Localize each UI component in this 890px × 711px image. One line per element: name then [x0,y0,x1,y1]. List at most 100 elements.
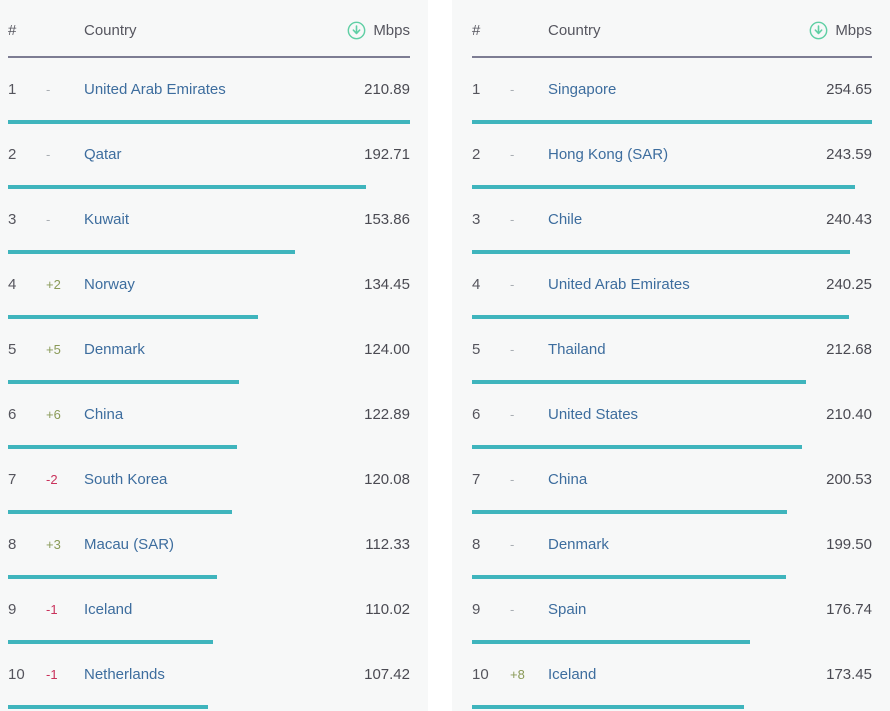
table-row-content: 6-United States210.40 [472,383,872,445]
ranking-panel-right: # Country Mbps 1-Singapore254.652-Hong [452,0,890,711]
table-row-content: 1-United Arab Emirates210.89 [8,58,410,120]
ranking-rows-left: 1-United Arab Emirates210.892-Qatar192.7… [8,58,410,708]
table-row-content: 3-Chile240.43 [472,188,872,250]
table-row[interactable]: 4-United Arab Emirates240.25 [472,253,872,318]
table-row[interactable]: 9-Spain176.74 [472,578,872,643]
table-row-content: 4+2Norway134.45 [8,253,410,315]
table-row-content: 9-1Iceland110.02 [8,578,410,640]
table-row[interactable]: 6+6China122.89 [8,383,410,448]
speed-bar-track [8,705,410,709]
speed-value-cell: 122.89 [352,406,410,423]
rank-cell: 8 [472,536,510,553]
rank-cell: 10 [8,666,46,683]
table-row-content: 9-Spain176.74 [472,578,872,640]
column-header-country: Country [548,22,809,39]
table-row[interactable]: 2-Qatar192.71 [8,123,410,188]
country-link[interactable]: Macau (SAR) [84,536,353,553]
table-row[interactable]: 1-United Arab Emirates210.89 [8,58,410,123]
rank-change-cell: - [46,147,84,162]
table-row-content: 8-Denmark199.50 [472,513,872,575]
rank-change-cell: - [510,212,548,227]
speed-value-cell: 153.86 [352,211,410,228]
download-circle-icon [347,21,366,40]
table-row-content: 2-Qatar192.71 [8,123,410,185]
table-row-content: 7-China200.53 [472,448,872,510]
speed-value-cell: 240.43 [814,211,872,228]
speed-value-cell: 240.25 [814,276,872,293]
table-row[interactable]: 8-Denmark199.50 [472,513,872,578]
column-header-country: Country [84,22,347,39]
country-link[interactable]: Hong Kong (SAR) [548,146,814,163]
rank-cell: 1 [472,81,510,98]
country-link[interactable]: South Korea [84,471,352,488]
speed-value-cell: 210.89 [352,81,410,98]
speed-bar-fill [8,705,208,709]
country-link[interactable]: United Arab Emirates [84,81,352,98]
country-link[interactable]: Netherlands [84,666,352,683]
country-link[interactable]: Spain [548,601,814,618]
country-link[interactable]: United States [548,406,814,423]
table-row[interactable]: 7-2South Korea120.08 [8,448,410,513]
country-link[interactable]: Denmark [84,341,352,358]
rank-cell: 8 [8,536,46,553]
table-row-content: 5-Thailand212.68 [472,318,872,380]
rank-change-cell: - [510,472,548,487]
rank-change-cell: -1 [46,602,84,617]
country-link[interactable]: Thailand [548,341,814,358]
country-link[interactable]: China [548,471,814,488]
table-row-content: 5+5Denmark124.00 [8,318,410,380]
table-row[interactable]: 8+3Macau (SAR)112.33 [8,513,410,578]
rank-cell: 4 [8,276,46,293]
table-row[interactable]: 1-Singapore254.65 [472,58,872,123]
country-link[interactable]: Iceland [548,666,814,683]
table-row[interactable]: 2-Hong Kong (SAR)243.59 [472,123,872,188]
rank-cell: 3 [8,211,46,228]
column-header-value: Mbps [809,21,872,40]
rank-change-cell: - [510,407,548,422]
download-circle-icon [809,21,828,40]
speed-value-cell: 254.65 [814,81,872,98]
ranking-rows-right: 1-Singapore254.652-Hong Kong (SAR)243.59… [472,58,872,708]
table-row-content: 2-Hong Kong (SAR)243.59 [472,123,872,185]
country-link[interactable]: Kuwait [84,211,352,228]
country-link[interactable]: United Arab Emirates [548,276,814,293]
country-link[interactable]: Singapore [548,81,814,98]
rank-change-cell: - [510,537,548,552]
speed-value-cell: 199.50 [814,536,872,553]
speed-value-cell: 212.68 [814,341,872,358]
table-row[interactable]: 4+2Norway134.45 [8,253,410,318]
rank-cell: 6 [472,406,510,423]
speed-value-cell: 210.40 [814,406,872,423]
rank-change-cell: - [46,82,84,97]
table-row[interactable]: 9-1Iceland110.02 [8,578,410,643]
country-link[interactable]: Qatar [84,146,352,163]
table-row[interactable]: 6-United States210.40 [472,383,872,448]
speed-value-cell: 120.08 [352,471,410,488]
table-row[interactable]: 10-1Netherlands107.42 [8,643,410,708]
rank-change-cell: -1 [46,667,84,682]
rank-change-cell: +2 [46,277,84,292]
speed-value-cell: 112.33 [353,536,410,553]
rank-change-cell: +8 [510,667,548,682]
country-link[interactable]: Denmark [548,536,814,553]
table-row[interactable]: 10+8Iceland173.45 [472,643,872,708]
rank-cell: 5 [472,341,510,358]
table-row-content: 1-Singapore254.65 [472,58,872,120]
table-row-content: 10+8Iceland173.45 [472,643,872,705]
country-link[interactable]: Iceland [84,601,353,618]
speed-value-cell: 200.53 [814,471,872,488]
country-link[interactable]: China [84,406,352,423]
rank-cell: 9 [472,601,510,618]
country-link[interactable]: Norway [84,276,352,293]
table-row[interactable]: 5-Thailand212.68 [472,318,872,383]
table-row[interactable]: 3-Chile240.43 [472,188,872,253]
country-link[interactable]: Chile [548,211,814,228]
table-row[interactable]: 7-China200.53 [472,448,872,513]
table-row[interactable]: 3-Kuwait153.86 [8,188,410,253]
rank-cell: 4 [472,276,510,293]
table-row-content: 8+3Macau (SAR)112.33 [8,513,410,575]
speed-value-cell: 124.00 [352,341,410,358]
rank-cell: 2 [472,146,510,163]
table-row[interactable]: 5+5Denmark124.00 [8,318,410,383]
speed-value-cell: 134.45 [352,276,410,293]
